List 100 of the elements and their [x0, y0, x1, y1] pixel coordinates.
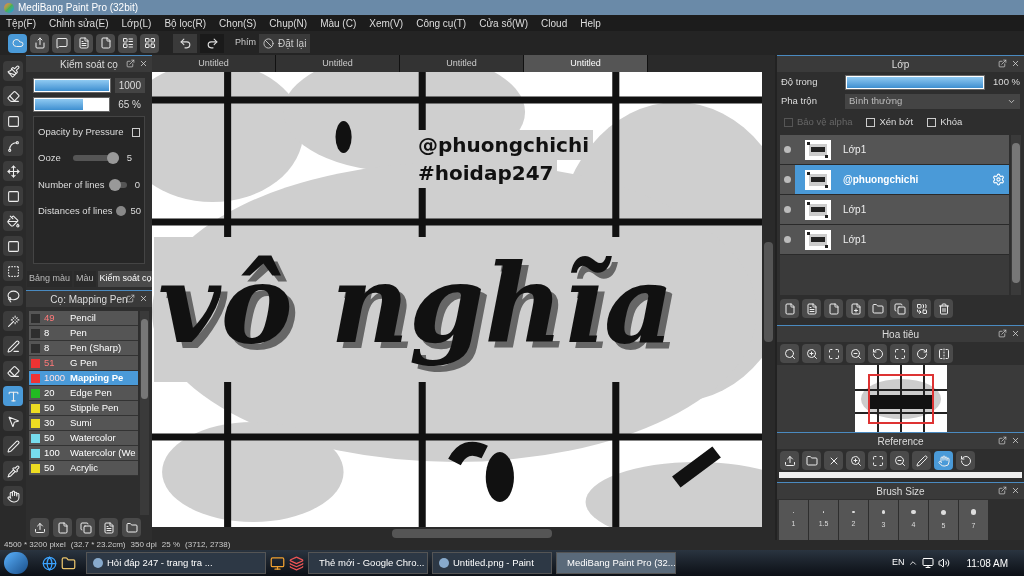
pen-icon[interactable]	[3, 436, 23, 456]
menu-item[interactable]: Bộ lọc(R)	[164, 15, 207, 31]
taskbar-task[interactable]: Hỏi đáp 247 - trang tra ...	[86, 552, 266, 574]
undock-icon[interactable]	[126, 59, 135, 68]
undock-icon[interactable]	[126, 294, 135, 303]
pen-icon[interactable]	[912, 451, 931, 471]
trash-icon[interactable]	[934, 299, 953, 319]
menu-item[interactable]: Xem(V)	[369, 15, 404, 31]
text-icon[interactable]	[3, 386, 23, 406]
slider-thumb[interactable]	[108, 178, 121, 191]
menu-item[interactable]: Công cụ(T)	[416, 15, 467, 31]
fit-icon[interactable]	[890, 344, 909, 364]
slider-track[interactable]	[72, 155, 119, 162]
language-indicator[interactable]: EN	[891, 556, 905, 570]
slider-thumb[interactable]	[106, 152, 119, 165]
slider-track[interactable]	[108, 181, 127, 188]
upload-icon[interactable]	[30, 518, 49, 537]
rotate-left-icon[interactable]	[956, 451, 975, 471]
brush-item[interactable]: 50 Stipple Pen	[29, 401, 138, 416]
scrollbar-thumb[interactable]	[141, 319, 148, 399]
scrollbar-thumb[interactable]	[1012, 143, 1020, 284]
curve-icon[interactable]	[3, 136, 23, 156]
square-icon[interactable]	[3, 111, 23, 131]
new-layer-icon[interactable]	[780, 299, 799, 319]
close-icon[interactable]	[139, 294, 148, 303]
menu-item[interactable]: Help	[580, 15, 601, 31]
undock-icon[interactable]	[998, 436, 1007, 446]
brush-item[interactable]: 20 Edge Pen	[29, 386, 138, 401]
folder-icon[interactable]	[61, 555, 76, 571]
menu-item[interactable]: Tệp(F)	[6, 15, 36, 31]
cloud-icon[interactable]	[8, 33, 27, 53]
copy-icon[interactable]	[76, 518, 95, 537]
close-icon[interactable]	[1011, 486, 1020, 496]
scrollbar-thumb[interactable]	[764, 242, 773, 342]
brush-item[interactable]: 30 Sumi	[29, 416, 138, 431]
brush-icon[interactable]	[3, 61, 23, 81]
file-icon[interactable]	[96, 33, 115, 53]
app-icon[interactable]	[289, 555, 304, 571]
folder-icon[interactable]	[802, 451, 821, 471]
redo-button[interactable]	[200, 33, 224, 53]
menu-item[interactable]: Chụp(N)	[269, 15, 308, 31]
panel-tab[interactable]: Bảng màu	[27, 271, 73, 287]
document-icon[interactable]	[99, 518, 118, 537]
merge-icon[interactable]	[912, 299, 931, 319]
size-value[interactable]: 1000	[114, 78, 145, 93]
document-tab[interactable]: Untitled	[400, 55, 524, 72]
zoom-icon[interactable]	[780, 344, 799, 364]
pointer-icon[interactable]	[3, 411, 23, 431]
brush-item[interactable]: 50 Acrylic	[29, 461, 138, 476]
hand-icon[interactable]	[934, 451, 953, 471]
undock-icon[interactable]	[998, 486, 1007, 496]
zoom-in-icon[interactable]	[802, 344, 821, 364]
paint-bucket-icon[interactable]	[3, 211, 23, 231]
close-icon[interactable]	[139, 59, 148, 68]
undock-icon[interactable]	[998, 329, 1007, 339]
document-icon[interactable]	[802, 299, 821, 319]
panel-tab[interactable]: Màu	[74, 271, 96, 287]
document-tab[interactable]: Untitled	[276, 55, 400, 72]
brush-item[interactable]: 8 Pen (Sharp)	[29, 341, 138, 356]
share-icon[interactable]	[30, 33, 49, 53]
hand-icon[interactable]	[3, 486, 23, 506]
dashed-square-icon[interactable]	[3, 261, 23, 281]
folder-icon[interactable]	[122, 518, 141, 537]
document-tab[interactable]: Untitled	[524, 55, 648, 72]
fit-icon[interactable]	[868, 451, 887, 471]
close-icon[interactable]	[1011, 59, 1020, 68]
volume-icon[interactable]	[938, 557, 951, 569]
document-icon[interactable]	[74, 33, 93, 53]
reset-button[interactable]: Đặt lại	[259, 33, 311, 53]
rotate-right-icon[interactable]	[912, 344, 931, 364]
menu-item[interactable]: Cửa sổ(W)	[479, 15, 529, 31]
file-icon[interactable]	[824, 299, 843, 319]
wand-icon[interactable]	[3, 311, 23, 331]
undock-icon[interactable]	[998, 59, 1007, 68]
panel-tab[interactable]: Kiểm soát cọ	[97, 271, 154, 287]
menu-item[interactable]: Chọn(S)	[219, 15, 257, 31]
brush-item[interactable]: 100 Watercolor (We	[29, 446, 138, 461]
folder-icon[interactable]	[868, 299, 887, 319]
network-icon[interactable]	[922, 557, 935, 569]
menu-item[interactable]: Cloud	[541, 15, 568, 31]
list-icon[interactable]	[118, 33, 137, 53]
move-icon[interactable]	[3, 161, 23, 181]
lasso-icon[interactable]	[3, 286, 23, 306]
close-icon[interactable]	[824, 451, 843, 471]
zoom-in-icon[interactable]	[846, 451, 865, 471]
upload-icon[interactable]	[780, 451, 799, 471]
brush-item[interactable]: 51 G Pen	[29, 356, 138, 371]
menu-item[interactable]: Màu (C)	[320, 15, 357, 31]
slider-thumb[interactable]	[116, 205, 127, 216]
menu-item[interactable]: Lớp(L)	[121, 15, 152, 31]
start-button[interactable]	[4, 552, 28, 574]
copy-icon[interactable]	[890, 299, 909, 319]
new-file-icon[interactable]	[53, 518, 72, 537]
grid-icon[interactable]	[140, 33, 159, 53]
media-icon[interactable]	[270, 555, 285, 571]
zoom-out-icon[interactable]	[890, 451, 909, 471]
browser-icon[interactable]	[42, 555, 57, 571]
document-tab[interactable]: Untitled	[152, 55, 276, 72]
speech-bubble-icon[interactable]	[52, 33, 71, 53]
blend-dropdown[interactable]: Bình thường	[845, 94, 1020, 109]
